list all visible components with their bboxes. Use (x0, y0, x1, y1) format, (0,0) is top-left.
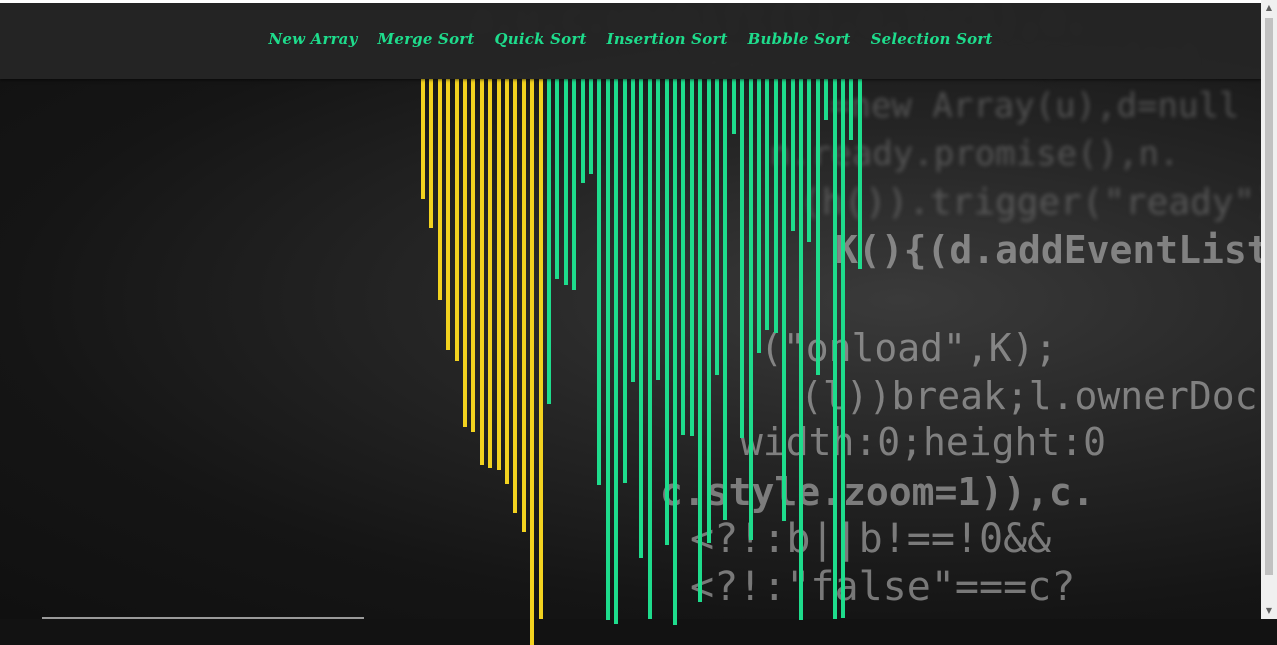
array-bar (454, 79, 459, 361)
selection-sort-button[interactable]: Selection Sort (871, 30, 993, 48)
array-bar (429, 79, 434, 228)
array-bar (479, 79, 484, 465)
array-bar (647, 79, 652, 619)
insertion-sort-button[interactable]: Insertion Sort (607, 30, 728, 48)
array-bar (631, 79, 635, 382)
array-bar (580, 79, 585, 183)
new-array-button[interactable]: New Array (268, 30, 357, 48)
navbar: New Array Merge Sort Quick Sort Insertio… (0, 3, 1261, 79)
array-bar (824, 79, 829, 120)
array-bar (731, 79, 736, 134)
scroll-thumb[interactable] (1265, 18, 1273, 575)
array-bar (790, 79, 795, 231)
array-bar (782, 79, 787, 521)
array-bar (538, 79, 543, 619)
array-bar (471, 79, 476, 432)
array-bar (748, 79, 753, 540)
array-bar (605, 79, 610, 620)
array-bar (799, 79, 803, 620)
array-bar (673, 79, 677, 625)
array-bar (715, 79, 719, 375)
array-bar (664, 79, 669, 545)
array-bar (639, 79, 644, 558)
array-bar (807, 79, 812, 242)
array-bar (698, 79, 703, 602)
merge-sort-button[interactable]: Merge Sort (378, 30, 475, 48)
array-bar (614, 79, 619, 624)
array-bar (446, 79, 451, 350)
scroll-down-arrow-icon[interactable]: ▼ (1261, 603, 1277, 619)
array-bar (849, 79, 854, 140)
nav-buttons: New Array Merge Sort Quick Sort Insertio… (0, 30, 1261, 48)
window-top-edge (0, 0, 1261, 3)
array-bars-container (0, 79, 1261, 645)
array-bar (547, 79, 551, 404)
array-bar (723, 79, 728, 520)
array-bar (841, 79, 845, 618)
array-bar (513, 79, 518, 513)
array-bar (622, 79, 627, 483)
array-bar (521, 79, 526, 532)
array-bar (681, 79, 686, 435)
array-bar (832, 79, 837, 619)
array-bar (597, 79, 602, 485)
array-bar (589, 79, 593, 174)
array-bar (572, 79, 577, 290)
array-bar (656, 79, 661, 380)
array-bar (773, 79, 778, 333)
array-bar (437, 79, 442, 300)
array-bar (496, 79, 501, 470)
bubble-sort-button[interactable]: Bubble Sort (748, 30, 851, 48)
scroll-up-arrow-icon[interactable]: ▲ (1261, 0, 1277, 16)
vertical-scrollbar[interactable]: ▲ ▼ (1261, 0, 1277, 619)
array-bar (706, 79, 711, 543)
array-bar (757, 79, 761, 353)
array-bar (740, 79, 745, 438)
array-bar (488, 79, 493, 468)
array-bar (689, 79, 694, 436)
array-bar (857, 79, 862, 269)
array-bar (765, 79, 770, 330)
array-bar (463, 79, 467, 427)
array-bar (505, 79, 509, 484)
array-bar (563, 79, 568, 285)
array-bar (815, 79, 820, 375)
array-bar (530, 79, 535, 645)
array-bar (421, 79, 425, 199)
quick-sort-button[interactable]: Quick Sort (495, 30, 587, 48)
array-bar (555, 79, 560, 279)
